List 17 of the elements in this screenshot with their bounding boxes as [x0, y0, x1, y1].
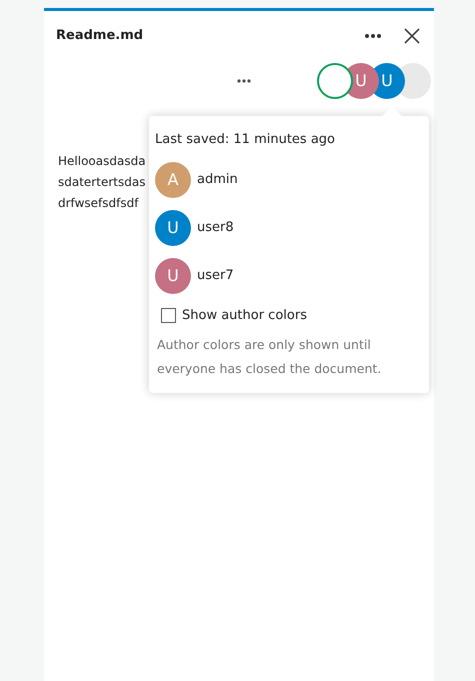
checkbox[interactable] — [161, 308, 176, 323]
last-saved-text: Last saved: 11 minutes ago — [155, 131, 336, 149]
close-icon[interactable] — [404, 28, 420, 44]
window-title: Readme.md — [56, 27, 144, 46]
user-name: admin — [197, 170, 238, 189]
document-text: drfwsefsdfsdf — [58, 195, 138, 212]
user-avatar: A — [155, 162, 191, 198]
more-icon[interactable] — [364, 33, 382, 39]
more-icon[interactable] — [237, 79, 251, 83]
user-avatar: U — [155, 258, 191, 294]
user-name: user8 — [197, 218, 234, 237]
user-name: user7 — [197, 266, 234, 285]
document-text: sdatertertsdas — [58, 174, 146, 191]
user-avatar: U — [155, 210, 191, 246]
document-text: Hellooasdasda — [58, 153, 146, 170]
hint-text: Author colors are only shown until everyone has closed the document. — [157, 336, 382, 378]
checkbox-label[interactable]: Show author colors — [182, 306, 307, 325]
